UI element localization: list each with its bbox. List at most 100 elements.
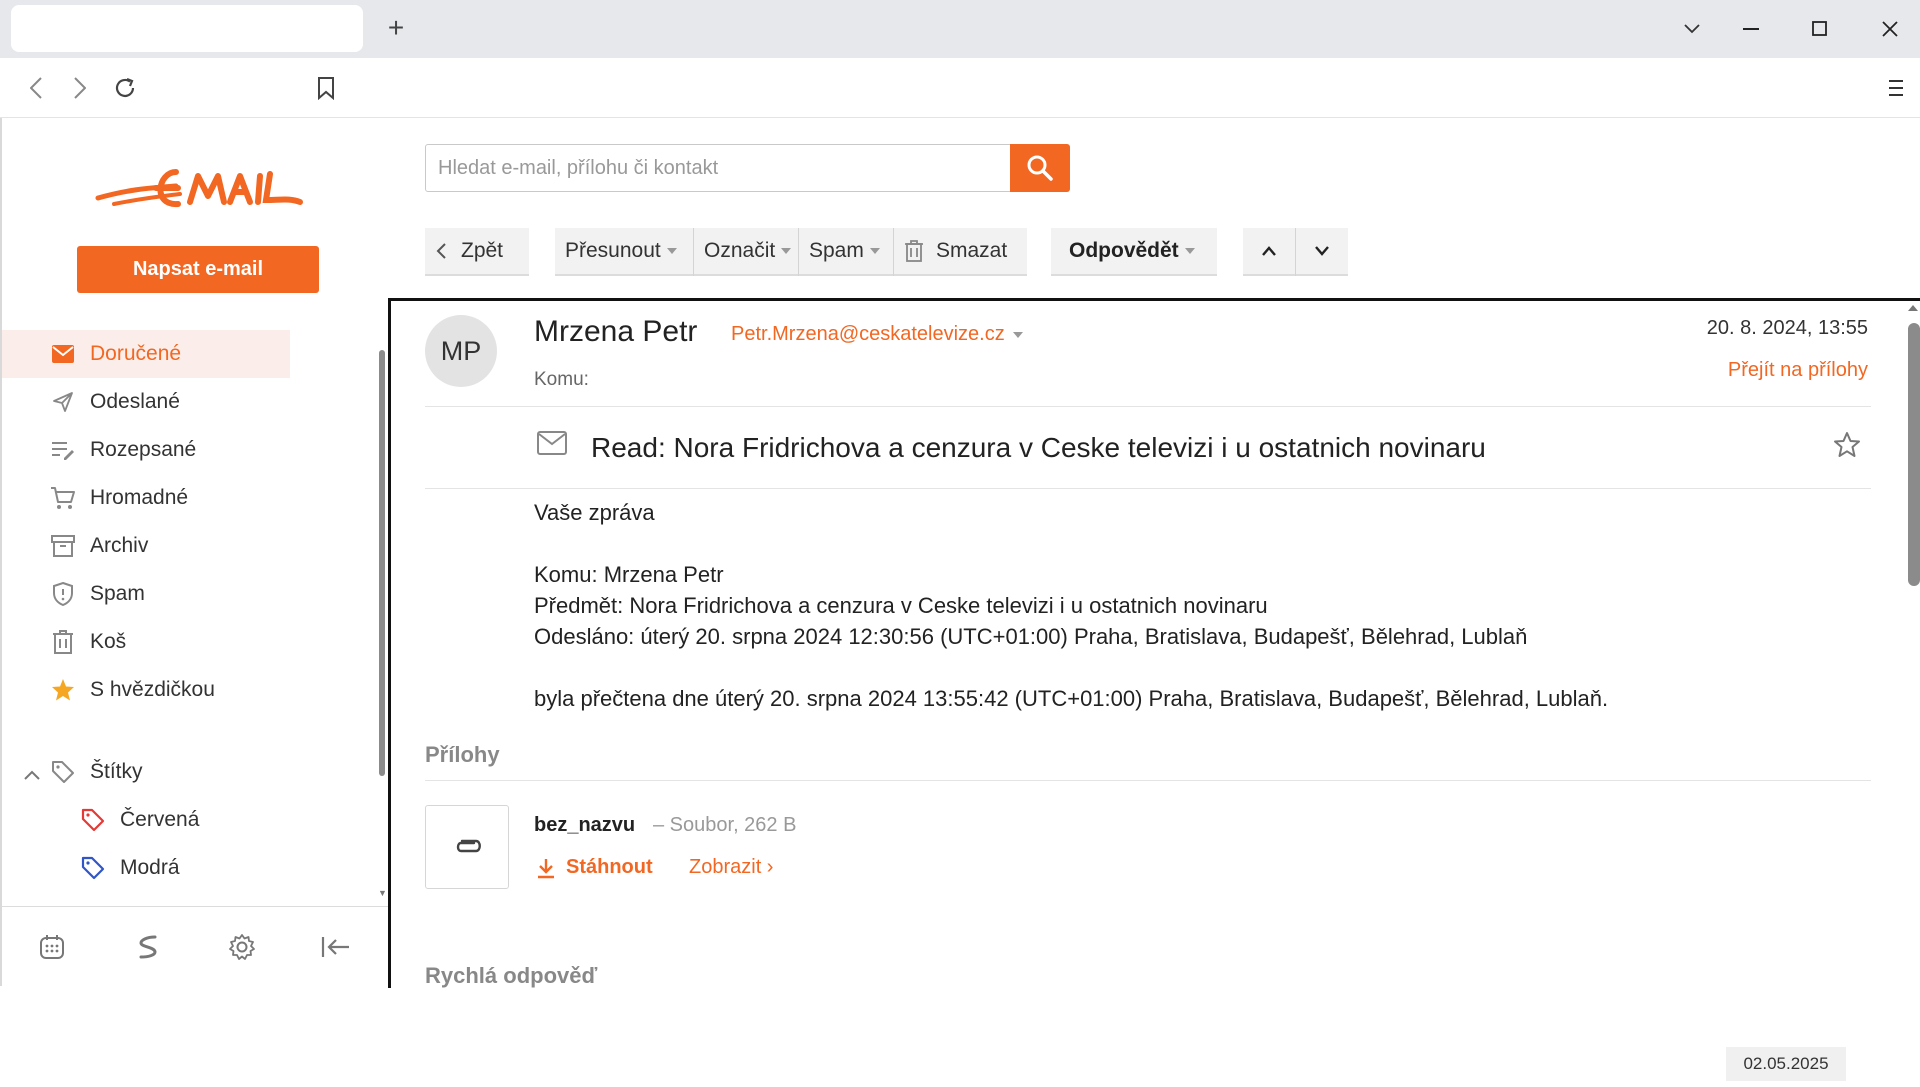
trash-icon [50, 629, 76, 655]
folder-label: Archiv [90, 534, 149, 557]
delete-label: Smazat [936, 239, 1008, 262]
dropdown-arrow-icon [869, 248, 880, 254]
archive-icon [50, 533, 76, 559]
reload-icon[interactable] [107, 70, 143, 106]
folder-label: Koš [90, 630, 127, 653]
back-button[interactable]: Zpět [425, 228, 529, 276]
mail-sidebar: Napsat e-mail Doručené Odeslané Rozepsan… [0, 118, 390, 986]
message-scrollbar[interactable] [1908, 323, 1920, 586]
folder-archive[interactable]: Archiv [2, 522, 377, 570]
minimize-button[interactable] [1731, 9, 1771, 49]
previous-message-button[interactable] [1243, 228, 1295, 276]
attachment-name: bez_nazvu [534, 814, 636, 836]
body-line: Vaše zpráva [534, 500, 655, 525]
spam-label: Spam [809, 239, 864, 262]
browser-tab[interactable] [11, 5, 363, 52]
download-attachment-link[interactable]: Stáhnout [536, 856, 653, 879]
folder-trash[interactable]: Koš [2, 618, 377, 666]
next-message-button[interactable] [1296, 228, 1348, 276]
email-logo[interactable] [94, 158, 304, 218]
dropdown-arrow-icon [781, 248, 792, 254]
sender-name[interactable]: Mrzena Petr [534, 315, 697, 349]
to-label: Komu: [534, 369, 589, 390]
search-input[interactable]: Hledat e-mail, přílohu či kontakt [425, 144, 1011, 192]
folder-bulk[interactable]: Hromadné [2, 474, 377, 522]
download-label: Stáhnout [566, 856, 653, 878]
mark-button[interactable]: Označit [694, 228, 798, 276]
back-label: Zpět [461, 239, 504, 262]
label-blue[interactable]: Modrá [2, 844, 377, 892]
sidebar-bottom-bar [2, 906, 390, 986]
maximize-button[interactable] [1799, 9, 1839, 49]
body-line: Odesláno: úterý 20. srpna 2024 12:30:56 … [534, 624, 1528, 649]
divider [425, 488, 1871, 489]
message-subject: Read: Nora Fridrichova a cenzura v Ceske… [591, 432, 1486, 463]
new-tab-button[interactable]: + [380, 8, 412, 48]
delete-button[interactable]: Smazat [894, 228, 1027, 276]
body-line: Komu: Mrzena Petr [534, 562, 724, 587]
sidebar-scrollbar[interactable] [379, 350, 385, 776]
folder-sent[interactable]: Odeslané [2, 378, 377, 426]
calendar-icon[interactable] [34, 929, 70, 965]
bookmark-icon[interactable] [308, 70, 344, 106]
labels-header[interactable]: Štítky [2, 748, 377, 796]
move-label: Přesunout [565, 239, 661, 262]
goto-attachments-link[interactable]: Přejít na přílohy [1728, 359, 1868, 382]
move-button[interactable]: Přesunout [555, 228, 693, 276]
dropdown-arrow-icon [1184, 248, 1195, 254]
message-pane: MP Mrzena Petr Petr.Mrzena@ceskatelevize… [388, 298, 1920, 988]
folder-spam[interactable]: Spam [2, 570, 377, 618]
seznam-icon[interactable] [130, 929, 166, 965]
inbox-icon [50, 341, 76, 367]
quick-reply-title: Rychlá odpověď [425, 963, 598, 988]
sender-email-text: Petr.Mrzena@ceskatelevize.cz [731, 323, 1005, 345]
chevron-up-icon [1262, 246, 1276, 256]
chevron-left-icon [436, 243, 446, 259]
attachment-thumbnail[interactable] [425, 805, 509, 889]
body-blank [534, 652, 1608, 683]
folder-label: S hvězdičkou [90, 678, 215, 701]
browser-tab-bar: + [0, 0, 1920, 58]
body-blank [534, 528, 1608, 559]
chevron-up-icon[interactable] [24, 762, 40, 786]
label-name: Modrá [120, 856, 180, 879]
label-red[interactable]: Červená [2, 796, 377, 844]
attachments-title: Přílohy [425, 742, 500, 767]
forward-arrow-icon[interactable] [62, 70, 98, 106]
avatar: MP [425, 315, 497, 387]
folder-inbox[interactable]: Doručené [2, 330, 290, 378]
red-tag-icon [80, 807, 106, 833]
paperclip-icon [456, 839, 481, 853]
send-icon [50, 389, 76, 415]
mark-label: Označit [704, 239, 776, 262]
label-name: Červená [120, 808, 200, 831]
folder-gap [2, 714, 377, 748]
dropdown-arrow-icon [666, 248, 677, 254]
folder-label: Odeslané [90, 390, 180, 413]
divider [425, 780, 1871, 781]
scroll-up-arrow-icon[interactable] [1908, 305, 1918, 311]
message-date: 20. 8. 2024, 13:55 [1706, 317, 1868, 339]
star-outline-icon[interactable] [1833, 431, 1861, 464]
drafts-icon [50, 437, 76, 463]
star-icon [50, 677, 76, 703]
sender-email[interactable]: Petr.Mrzena@ceskatelevize.cz [731, 323, 1023, 346]
labels-title: Štítky [90, 760, 143, 783]
gear-icon[interactable] [224, 929, 260, 965]
reply-button[interactable]: Odpovědět [1051, 228, 1217, 276]
compose-button[interactable]: Napsat e-mail [77, 246, 319, 293]
attachment-meta: – Soubor, 262 B [653, 814, 797, 836]
back-arrow-icon[interactable] [18, 70, 54, 106]
search-icon [1027, 155, 1053, 181]
close-window-button[interactable] [1870, 9, 1910, 49]
search-button[interactable] [1010, 144, 1070, 192]
spam-button[interactable]: Spam [799, 228, 893, 276]
view-attachment-link[interactable]: Zobrazit › [689, 856, 773, 879]
envelope-icon [537, 431, 567, 460]
tab-list-chevron-icon[interactable] [1672, 9, 1712, 49]
scroll-down-arrow-icon[interactable]: ▼ [378, 888, 387, 898]
menu-icon[interactable] [1878, 70, 1914, 106]
folder-starred[interactable]: S hvězdičkou [2, 666, 377, 714]
collapse-sidebar-icon[interactable] [318, 929, 354, 965]
folder-drafts[interactable]: Rozepsané [2, 426, 377, 474]
